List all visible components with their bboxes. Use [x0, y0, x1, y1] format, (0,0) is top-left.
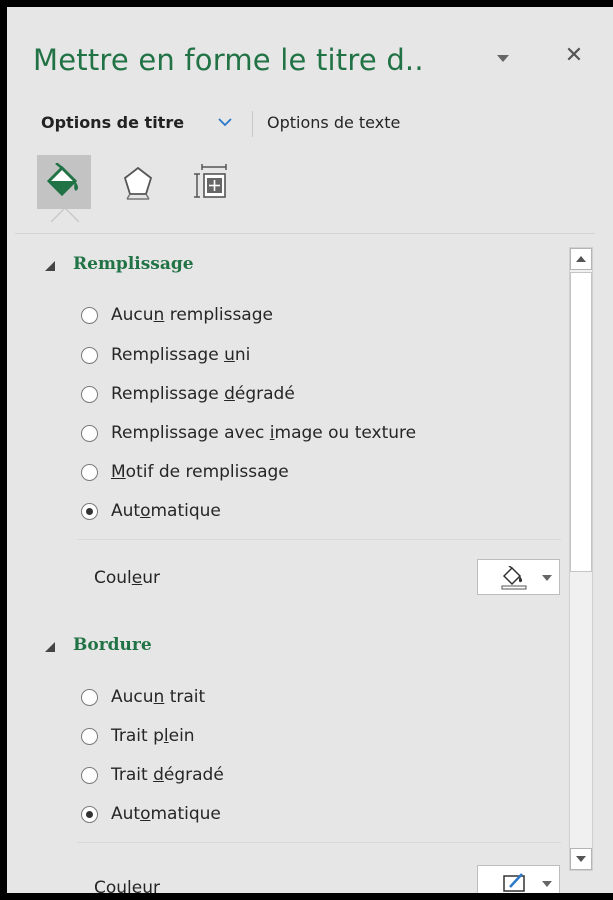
radio-circle — [81, 307, 98, 324]
format-title-pane: Mettre en forme le titre d.. ✕ Options d… — [0, 0, 613, 900]
effects-pentagon-icon — [123, 166, 153, 200]
radio-label: Trait dégradé — [111, 765, 224, 785]
radio-circle — [81, 689, 98, 706]
chevron-down-icon[interactable] — [217, 116, 233, 128]
radio-label: Motif de remplissage — [111, 462, 289, 482]
pen-color-icon — [503, 873, 525, 892]
size-properties-tab[interactable] — [185, 155, 239, 209]
options-scroll-area: Remplissage Aucun remplissage Remplissag… — [7, 235, 567, 898]
radio-circle — [81, 464, 98, 481]
radio-circle — [81, 347, 98, 364]
radio-label: Remplissage avec image ou texture — [111, 423, 417, 443]
scroll-thumb[interactable] — [570, 272, 592, 572]
radio-circle — [81, 386, 98, 403]
vertical-scrollbar[interactable] — [569, 247, 593, 871]
radio-circle — [81, 728, 98, 745]
collapse-triangle-icon — [45, 642, 55, 652]
paint-bucket-icon — [501, 566, 527, 590]
border-color-picker-button[interactable] — [477, 865, 560, 893]
radio-label: Aucun remplissage — [111, 305, 273, 325]
fill-line-icon — [46, 163, 79, 197]
radio-circle-selected — [81, 503, 98, 520]
fill-color-picker-button[interactable] — [477, 559, 560, 595]
radio-circle — [81, 767, 98, 784]
pane-title: Mettre en forme le titre d.. — [33, 43, 424, 77]
selected-tab-pointer — [51, 207, 79, 222]
radio-circle — [81, 425, 98, 442]
radio-label: Automatique — [111, 804, 221, 824]
row-divider — [77, 539, 561, 540]
scroll-up-button[interactable] — [570, 248, 592, 270]
fill-color-label: Couleur — [94, 568, 161, 588]
scroll-down-button[interactable] — [570, 848, 592, 870]
radio-label: Aucun trait — [111, 687, 206, 707]
dropdown-arrow-icon — [542, 881, 552, 887]
tab-divider — [252, 111, 253, 137]
tab-text-options[interactable]: Options de texte — [267, 111, 400, 135]
row-divider — [77, 842, 561, 843]
close-pane-button[interactable]: ✕ — [562, 43, 586, 69]
fill-line-tab[interactable] — [37, 155, 91, 209]
dropdown-arrow-icon — [542, 575, 552, 581]
size-properties-icon — [194, 164, 227, 198]
section-border-label: Bordure — [73, 635, 152, 655]
collapse-triangle-icon — [45, 261, 55, 271]
effects-tab[interactable] — [111, 155, 165, 209]
task-pane-options-dropdown[interactable] — [495, 52, 511, 64]
radio-label: Remplissage uni — [111, 345, 251, 365]
border-color-label: Couleur — [94, 878, 160, 898]
radio-circle-selected — [81, 806, 98, 823]
radio-label: Trait plein — [111, 726, 195, 746]
radio-label: Automatique — [111, 501, 221, 521]
divider — [15, 233, 595, 234]
section-fill-label: Remplissage — [73, 254, 194, 274]
tab-title-options[interactable]: Options de titre — [41, 111, 184, 135]
radio-label: Remplissage dégradé — [111, 384, 295, 404]
